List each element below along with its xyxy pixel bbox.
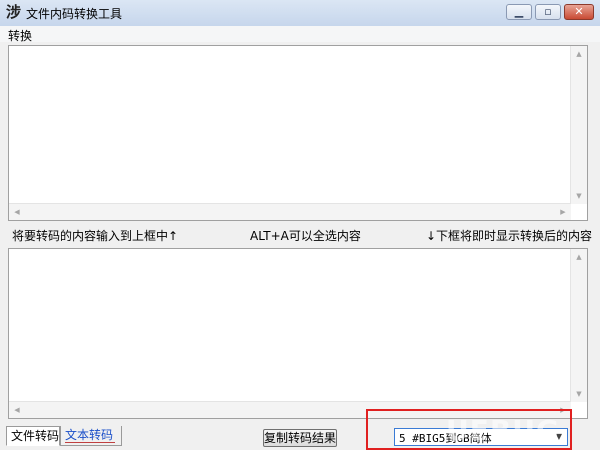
scroll-up-arrow-icon[interactable]: ▲ <box>571 46 587 62</box>
hint-output: ↓下框将即时显示转换后的内容 <box>426 229 593 243</box>
scroll-down-arrow-icon[interactable]: ▼ <box>571 188 587 204</box>
menu-bar: 转换 <box>0 26 600 44</box>
minimize-button[interactable]: ▁ <box>506 4 532 20</box>
close-button[interactable]: ✕ <box>564 4 594 20</box>
menu-convert[interactable]: 转换 <box>8 27 32 44</box>
input-vertical-scrollbar[interactable]: ▲ ▼ <box>570 46 587 204</box>
tab-text-convert[interactable]: 文本转码 <box>60 426 122 446</box>
output-vertical-scrollbar[interactable]: ▲ ▼ <box>570 249 587 402</box>
scroll-right-arrow-icon[interactable]: ▶ <box>555 204 571 220</box>
app-window: 涉 文件内码转换工具 ▁ ▫ ✕ 转换 ▲ ▼ ◀ ▶ 将要转码的内容输入到上框… <box>0 0 600 450</box>
tab-file-convert[interactable]: 文件转码 <box>6 426 60 446</box>
tab-label: 文件转码 <box>11 429 60 443</box>
tab-focus-underline <box>65 442 115 443</box>
window-title: 文件内码转换工具 <box>26 7 123 21</box>
tab-label: 文本转码 <box>65 428 114 442</box>
input-textarea[interactable]: ▲ ▼ ◀ ▶ <box>8 45 588 221</box>
output-textarea[interactable]: ▲ ▼ ◀ ▶ <box>8 248 588 419</box>
hint-row: 将要转码的内容输入到上框中↑ ALT+A可以全选内容 ↓下框将即时显示转换后的内… <box>0 225 600 245</box>
conversion-select-value: 5 #BIG5到GB简体 <box>399 432 492 445</box>
app-icon: 涉 <box>6 3 22 21</box>
conversion-select[interactable]: 5 #BIG5到GB简体 ▼ <box>394 428 568 446</box>
maximize-button[interactable]: ▫ <box>535 4 561 20</box>
title-bar[interactable]: 涉 文件内码转换工具 ▁ ▫ ✕ <box>0 0 600 27</box>
minimize-icon: ▁ <box>514 5 524 18</box>
chevron-down-icon[interactable]: ▼ <box>551 429 567 445</box>
scroll-up-arrow-icon[interactable]: ▲ <box>571 249 587 265</box>
copy-result-button[interactable]: 复制转码结果 <box>263 429 337 447</box>
scroll-left-arrow-icon[interactable]: ◀ <box>9 402 25 418</box>
scroll-down-arrow-icon[interactable]: ▼ <box>571 386 587 402</box>
input-horizontal-scrollbar[interactable]: ◀ ▶ <box>9 203 571 220</box>
scroll-left-arrow-icon[interactable]: ◀ <box>9 204 25 220</box>
hint-input: 将要转码的内容输入到上框中↑ <box>12 229 179 243</box>
hint-select-all: ALT+A可以全选内容 <box>250 229 361 243</box>
maximize-icon: ▫ <box>544 5 552 18</box>
close-icon: ✕ <box>574 5 584 18</box>
